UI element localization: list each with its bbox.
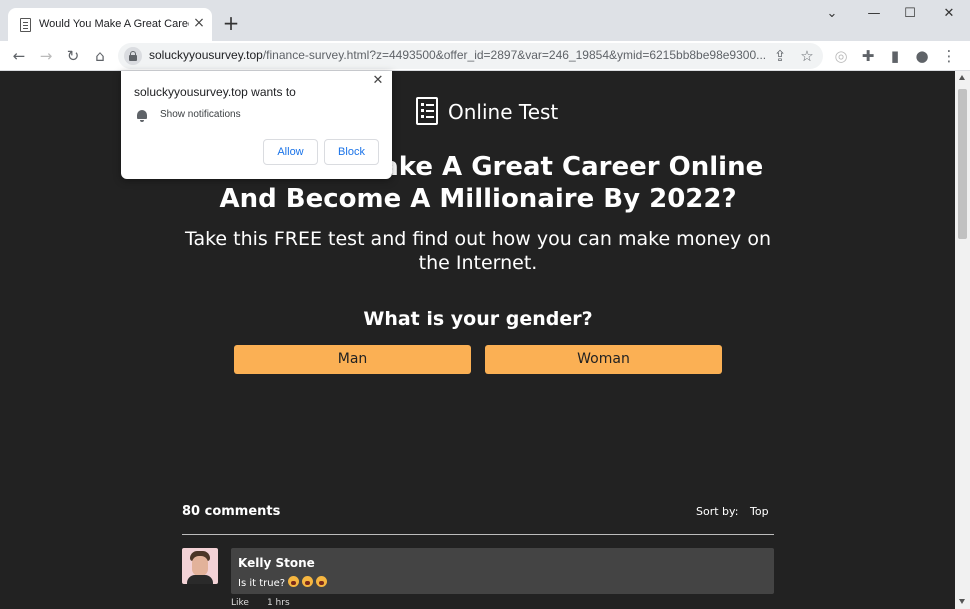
popup-title: soluckyyousurvey.top wants to — [134, 85, 296, 99]
comment-text: Is it true? — [238, 576, 328, 589]
avatar — [182, 548, 218, 584]
comments-count: 80 comments — [182, 504, 281, 519]
comment-item: Kelly Stone Is it true? — [231, 548, 774, 594]
comment-meta: Like 1 hrs — [231, 598, 308, 608]
extensions-puzzle-icon[interactable]: ✚ — [859, 47, 877, 65]
page-scrollbar[interactable] — [955, 71, 970, 609]
close-icon[interactable]: ✕ — [371, 74, 385, 88]
tab-search-icon[interactable]: ⌄ — [822, 6, 842, 22]
sort-dropdown[interactable]: Top — [750, 505, 769, 518]
survey-question: What is your gender? — [363, 308, 593, 330]
maximize-button[interactable]: ☐ — [900, 6, 920, 22]
allow-button[interactable]: Allow — [263, 139, 318, 165]
extension-icon[interactable]: ◎ — [832, 47, 850, 65]
minimize-button[interactable]: — — [864, 6, 884, 22]
menu-icon[interactable]: ⋮ — [940, 47, 958, 65]
new-tab-button[interactable]: + — [222, 13, 240, 33]
shocked-emoji-icon — [288, 576, 300, 587]
brand-name: Online Test — [448, 100, 559, 124]
profile-icon[interactable]: ● — [913, 47, 931, 65]
scroll-down-icon[interactable] — [959, 599, 965, 604]
close-window-button[interactable]: ✕ — [939, 6, 959, 22]
tab-title: Would You Make A Great Career Online — [39, 18, 189, 30]
forward-icon[interactable]: → — [37, 47, 55, 65]
share-icon[interactable]: ⇪ — [771, 47, 789, 65]
lock-icon[interactable] — [124, 47, 142, 65]
reload-icon[interactable]: ↻ — [64, 47, 82, 65]
browser-window: Would You Make A Great Career Online × +… — [0, 0, 970, 609]
side-panel-icon[interactable]: ▮ — [886, 47, 904, 65]
block-button[interactable]: Block — [324, 139, 379, 165]
like-link[interactable]: Like — [231, 598, 249, 608]
page-subheadline: Take this FREE test and find out how you… — [184, 228, 771, 274]
sort-label: Sort by: — [696, 505, 739, 518]
close-tab-icon[interactable]: × — [192, 16, 206, 30]
url-text: soluckyyousurvey.top/finance-survey.html… — [149, 48, 767, 62]
address-bar[interactable]: soluckyyousurvey.top/finance-survey.html… — [118, 43, 823, 69]
scroll-up-icon[interactable] — [959, 75, 965, 80]
browser-tab[interactable]: Would You Make A Great Career Online × — [8, 8, 212, 41]
comments-divider — [182, 534, 774, 535]
man-button[interactable]: Man — [234, 345, 471, 374]
home-icon[interactable]: ⌂ — [91, 47, 109, 65]
browser-toolbar: ← → ↻ ⌂ soluckyyousurvey.top/finance-sur… — [0, 41, 970, 71]
bell-icon — [137, 110, 147, 122]
comment-author[interactable]: Kelly Stone — [238, 556, 315, 570]
scroll-thumb[interactable] — [958, 89, 967, 239]
shocked-emoji-icon — [302, 576, 314, 587]
page-icon — [20, 18, 31, 32]
notification-permission-popup: soluckyyousurvey.top wants to ✕ Show not… — [121, 71, 392, 179]
woman-button[interactable]: Woman — [485, 345, 722, 374]
bookmark-star-icon[interactable]: ☆ — [798, 47, 816, 65]
shocked-emoji-icon — [316, 576, 328, 587]
permission-text: Show notifications — [160, 109, 241, 120]
tab-strip: Would You Make A Great Career Online × +… — [0, 0, 970, 41]
test-logo-icon — [416, 97, 438, 125]
back-icon[interactable]: ← — [10, 47, 28, 65]
comment-time: 1 hrs — [266, 598, 290, 608]
